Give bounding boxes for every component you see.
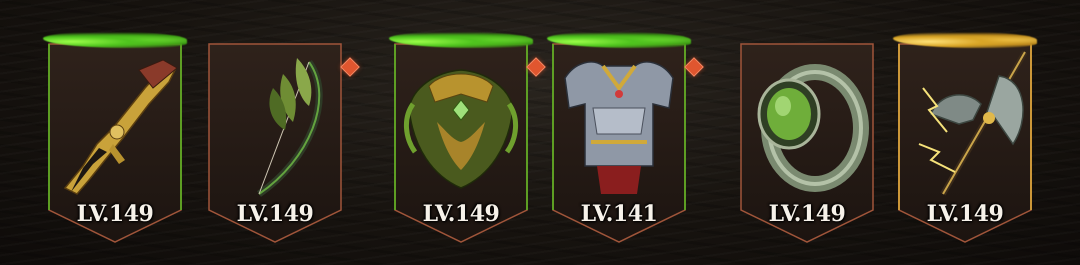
level-label: LV.149: [76, 201, 154, 227]
equipment-slot-helmet[interactable]: LV.149: [389, 32, 546, 244]
bow-icon: [257, 58, 323, 197]
equipment-slot-chest-armor[interactable]: LV.141: [547, 32, 704, 244]
equipment-slot-ring[interactable]: LV.149: [739, 40, 875, 244]
level-label: LV.149: [768, 201, 846, 227]
level-label: LV.149: [422, 201, 500, 227]
ring-icon: [757, 64, 869, 192]
notification-badge: [684, 57, 704, 77]
equipment-slot-bow[interactable]: LV.149: [207, 40, 360, 244]
chest-armor-icon: [564, 61, 674, 194]
equipment-slot-axe[interactable]: LV.149: [893, 32, 1037, 244]
level-label: LV.149: [236, 201, 314, 227]
notification-badge: [340, 57, 360, 77]
notification-badge: [526, 57, 546, 77]
helmet-icon: [404, 69, 518, 189]
level-label: LV.141: [580, 201, 658, 227]
axe-icon: [918, 50, 1027, 196]
pistol-icon: [63, 59, 177, 195]
level-label: LV.149: [926, 201, 1004, 227]
equipment-slot-pistol[interactable]: LV.149: [43, 32, 187, 244]
